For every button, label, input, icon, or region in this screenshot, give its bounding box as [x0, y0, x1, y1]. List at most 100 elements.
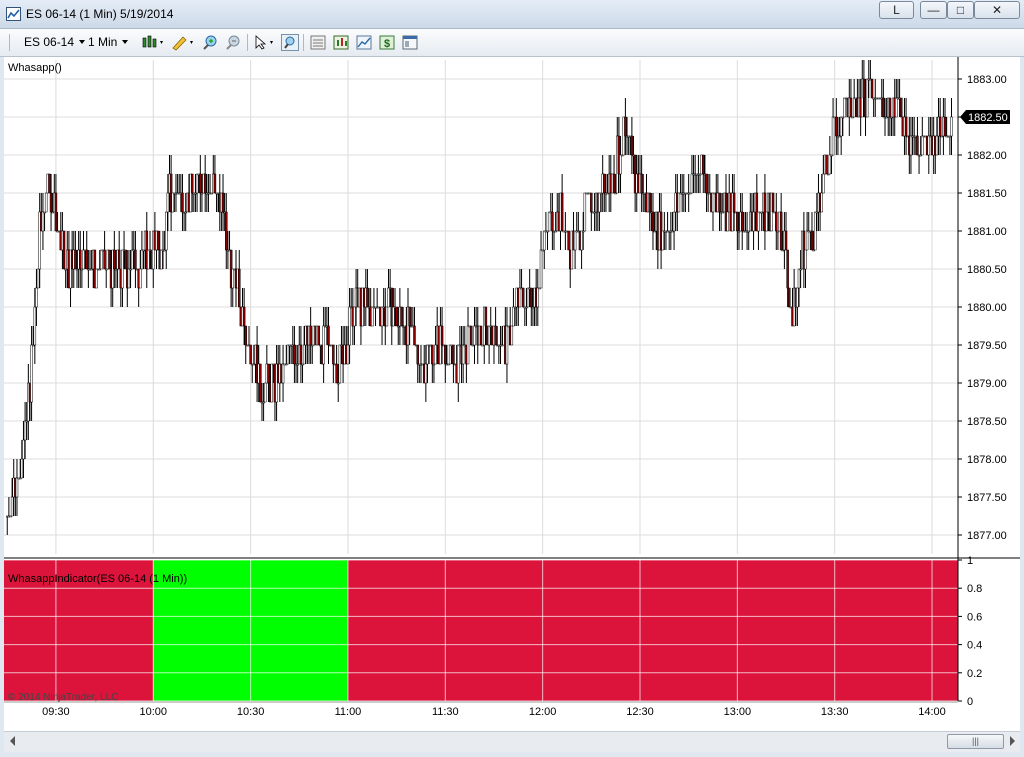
window-title-bar[interactable]: ES 06-14 (1 Min) 5/19/2014 L — □ ✕: [0, 0, 1024, 29]
scroll-thumb[interactable]: |||: [947, 734, 1004, 749]
ohlc-bar: [15, 459, 19, 516]
ohlc-bar: [215, 192, 218, 212]
ohlc-bar: [327, 307, 330, 364]
price-tick-label: 1881.00: [967, 226, 1007, 238]
chart-properties-icon[interactable]: [332, 34, 350, 51]
indicator-tick-label: 0.6: [967, 611, 982, 623]
ohlc-bar: [765, 211, 768, 232]
ohlc-bar: [577, 212, 580, 233]
pointer-icon[interactable]: [253, 34, 277, 51]
ohlc-bar: [810, 212, 814, 251]
ohlc-bar: [259, 363, 262, 403]
ohlc-bar: [796, 287, 799, 326]
ohlc-bar: [171, 192, 174, 213]
ohlc-bar: [134, 231, 137, 288]
ohlc-bar: [164, 211, 168, 269]
time-tick-label: 10:00: [139, 706, 167, 718]
ohlc-bar: [221, 174, 225, 231]
ohlc-bar: [779, 193, 783, 251]
ohlc-bar: [547, 211, 551, 232]
chart-area[interactable]: 1877.00 1877.50 1878.00 1878.50 1879.00 1879.…: [4, 57, 1020, 731]
zoom-out-icon[interactable]: [224, 34, 242, 51]
ohlc-bar: [176, 174, 179, 195]
templates-icon[interactable]: [401, 34, 419, 51]
ohlc-bar: [208, 174, 212, 195]
maximize-button[interactable]: □: [947, 1, 974, 19]
ohlc-bar: [523, 306, 527, 326]
indicator-tick-label: 0.2: [967, 668, 982, 680]
chart-canvas[interactable]: 1877.00 1877.50 1878.00 1878.50 1879.00 1879.…: [4, 57, 1020, 731]
magnifier-icon[interactable]: [281, 34, 299, 51]
ohlc-bar: [385, 306, 389, 327]
ohlc-bar: [293, 326, 296, 383]
horizontal-scrollbar[interactable]: |||: [4, 731, 1020, 752]
ohlc-bar: [203, 155, 207, 212]
ohlc-bar: [103, 231, 106, 270]
ohlc-bar: [301, 363, 304, 383]
ohlc-bar: [904, 98, 908, 155]
minimize-button[interactable]: —: [920, 1, 947, 19]
indicator-tick-label: 1: [967, 555, 973, 567]
scroll-left-icon[interactable]: [10, 736, 15, 746]
ohlc-bar: [323, 307, 327, 328]
toolbar-grip: [9, 34, 10, 51]
ohlc-bar: [549, 193, 553, 214]
ohlc-bar: [309, 307, 312, 364]
time-tick-label: 12:00: [529, 706, 557, 718]
instrument-label: ES 06-14: [24, 35, 75, 49]
ohlc-bar: [466, 307, 470, 365]
ohlc-bar: [711, 192, 715, 231]
pencil-draw-icon[interactable]: [171, 34, 195, 51]
ohlc-bar: [651, 193, 655, 250]
ohlc-bar: [740, 193, 744, 250]
ohlc-bar: [943, 98, 947, 137]
ohlc-bar: [372, 288, 376, 309]
ohlc-bar: [44, 192, 48, 213]
ohlc-bar: [640, 155, 643, 212]
indicator-tick-label: 0: [967, 696, 973, 708]
price-bars: [5, 60, 953, 535]
ohlc-bar: [882, 79, 885, 118]
ohlc-bar: [865, 78, 869, 118]
ohlc-bar: [238, 250, 241, 308]
ohlc-bar: [677, 192, 681, 213]
ohlc-bar: [917, 154, 921, 174]
ohlc-bar: [948, 135, 952, 155]
ohlc-bar: [463, 326, 467, 347]
time-tick-label: 13:30: [821, 706, 849, 718]
strategy-dollar-icon[interactable]: $: [378, 34, 396, 51]
ohlc-bar: [927, 117, 931, 174]
ohlc-bar: [695, 173, 699, 193]
interval-selector[interactable]: 1 Min: [88, 33, 129, 52]
chevron-down-icon: [79, 40, 86, 44]
ohlc-bar: [698, 173, 702, 193]
link-button[interactable]: L: [879, 1, 914, 19]
ohlc-bar: [869, 60, 872, 81]
ohlc-bar: [225, 193, 228, 269]
ninjatrader-app-icon: [6, 7, 21, 21]
scroll-right-icon[interactable]: [1010, 736, 1015, 746]
line-style-icon[interactable]: [355, 34, 373, 51]
ohlc-bar: [247, 326, 251, 347]
ohlc-bar: [156, 230, 160, 251]
ohlc-bar: [950, 98, 953, 155]
ohlc-bar: [573, 230, 577, 269]
close-button[interactable]: ✕: [974, 1, 1020, 19]
ohlc-bar: [708, 174, 712, 195]
zoom-in-icon[interactable]: [201, 34, 219, 51]
ohlc-bar: [195, 173, 199, 212]
ohlc-bar: [281, 345, 285, 402]
ohlc-bar: [79, 231, 82, 288]
ohlc-bar: [374, 306, 377, 326]
ohlc-bar: [505, 307, 509, 383]
instrument-selector[interactable]: ES 06-14: [24, 33, 86, 52]
ohlc-bar: [228, 231, 231, 252]
ohlc-bar: [552, 230, 556, 250]
ohlc-bar: [461, 326, 465, 383]
data-box-icon[interactable]: [309, 34, 327, 51]
ohlc-bar: [664, 230, 668, 250]
ohlc-bar: [890, 116, 893, 136]
ohlc-bar: [899, 97, 903, 118]
ohlc-bar: [395, 306, 398, 327]
bar-type-icon[interactable]: [142, 34, 166, 51]
